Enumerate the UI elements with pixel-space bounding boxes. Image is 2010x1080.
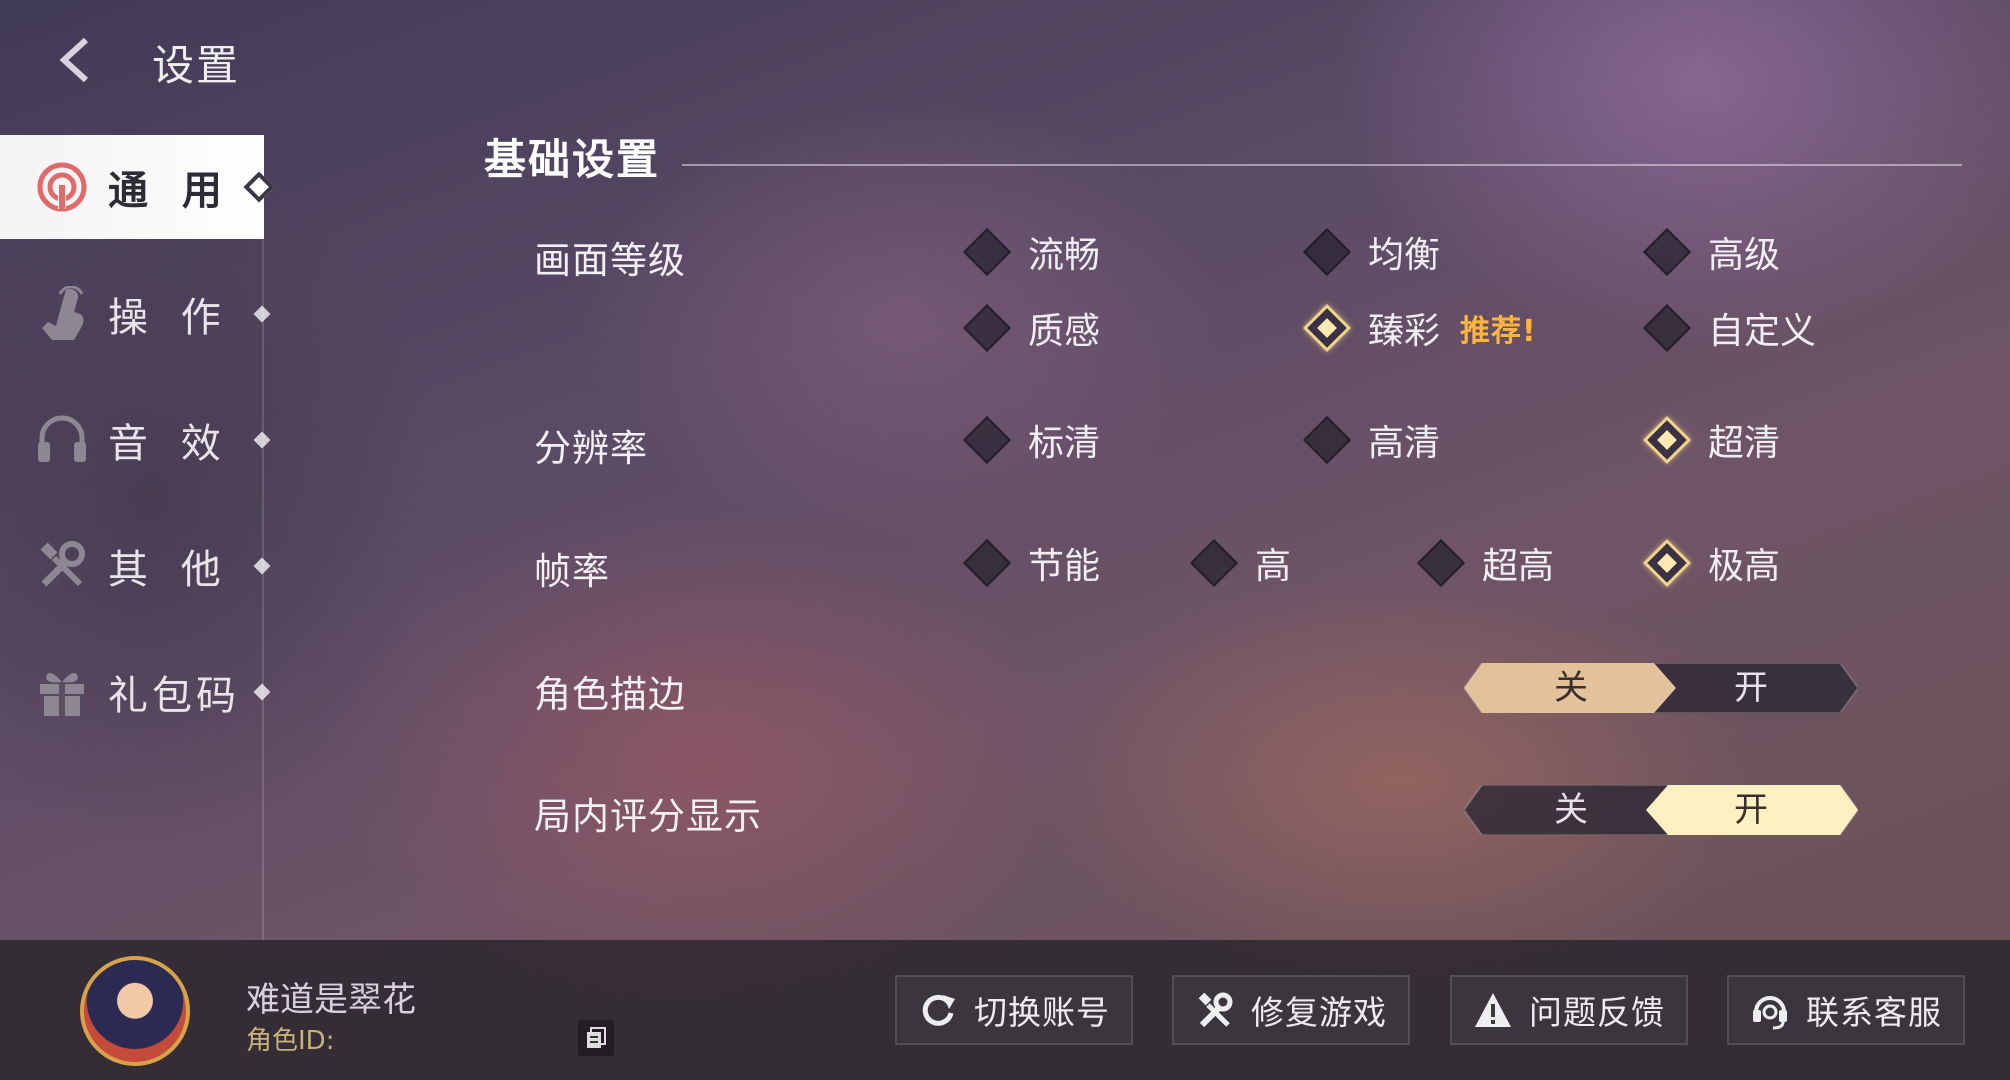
switch-account-button[interactable]: 切换账号 [895,975,1133,1045]
sidebar-item-label: 音 效 [108,421,231,467]
sidebar-item-general[interactable]: 通 用 [0,135,275,239]
page-title: 设置 [152,41,241,90]
radio-diamond-icon [962,415,1012,465]
copy-button[interactable] [578,1020,614,1056]
warning-icon [1473,990,1513,1030]
back-button[interactable] [44,30,104,90]
radio-diamond-selected-icon [1642,415,1692,465]
radio-diamond-icon [962,303,1012,353]
framerate-label: 帧率 [534,550,610,593]
radio-diamond-icon [1642,227,1692,277]
refresh-icon [918,990,958,1030]
quality-option-balanced[interactable]: 均衡 [1302,222,1441,282]
score-label: 局内评分显示 [534,795,762,838]
general-icon [34,159,90,215]
framerate-option-eco[interactable]: 节能 [962,533,1101,593]
option-label: 极高 [1708,546,1781,587]
option-label: 均衡 [1368,235,1441,276]
radio-diamond-icon [1302,415,1352,465]
sidebar-marker-icon [253,557,271,575]
wrench-icon [1195,990,1235,1030]
radio-diamond-icon [962,227,1012,277]
recommend-badge: 推荐! [1460,314,1537,349]
quality-option-smooth[interactable]: 流畅 [962,222,1101,282]
resolution-option-fhd[interactable]: 超清 [1642,410,1781,470]
radio-diamond-selected-icon [1642,538,1692,588]
option-label: 流畅 [1028,235,1101,276]
gift-icon [34,664,90,720]
option-label: 质感 [1028,311,1101,352]
toggle-off-label[interactable]: 关 [1506,785,1636,835]
role-id-label: 角色ID: [246,1026,335,1056]
radio-diamond-icon [1302,227,1352,277]
option-label: 超清 [1708,423,1781,464]
toggle-off-label[interactable]: 关 [1506,663,1636,713]
framerate-option-super[interactable]: 超高 [1416,533,1555,593]
feedback-button[interactable]: 问题反馈 [1450,975,1688,1045]
headset-icon [1750,990,1790,1030]
sidebar-item-giftcode[interactable]: 礼包码 [0,640,271,744]
button-label: 切换账号 [974,993,1110,1032]
resolution-option-hd[interactable]: 高清 [1302,410,1441,470]
sidebar-item-controls[interactable]: 操 作 [0,262,271,366]
repair-game-button[interactable]: 修复游戏 [1172,975,1410,1045]
tools-icon [34,538,90,594]
player-name: 难道是翠花 [246,980,416,1020]
radio-diamond-selected-icon [1302,303,1352,353]
sidebar-marker-icon [253,431,271,449]
avatar[interactable] [80,956,190,1066]
button-label: 修复游戏 [1251,993,1387,1032]
active-marker-icon [243,171,275,203]
radio-diamond-icon [1416,538,1466,588]
quality-option-ultra[interactable]: 臻彩 推荐! [1302,298,1537,358]
radio-diamond-icon [1189,538,1239,588]
sidebar-item-label: 操 作 [108,295,231,341]
framerate-option-extreme[interactable]: 极高 [1642,533,1781,593]
option-label: 高 [1255,546,1292,587]
score-toggle[interactable]: 关 开 [1464,785,1858,835]
button-label: 问题反馈 [1529,993,1665,1032]
button-label: 联系客服 [1806,993,1942,1032]
option-label: 臻彩 [1368,311,1441,352]
option-label: 超高 [1482,546,1555,587]
outline-label: 角色描边 [534,673,686,716]
quality-label: 画面等级 [534,239,686,282]
option-label: 自定义 [1708,311,1817,352]
sidebar-item-label: 礼包码 [108,673,240,719]
sidebar-item-label: 通 用 [108,168,232,214]
radio-diamond-icon [1642,303,1692,353]
sidebar-item-audio[interactable]: 音 效 [0,388,271,492]
copy-icon [587,1027,606,1048]
radio-diamond-icon [962,538,1012,588]
sidebar-marker-icon [253,305,271,323]
quality-option-high[interactable]: 高级 [1642,222,1781,282]
quality-option-texture[interactable]: 质感 [962,298,1101,358]
section-title: 基础设置 [484,135,661,184]
outline-toggle[interactable]: 关 开 [1464,663,1858,713]
toggle-on-label[interactable]: 开 [1686,785,1816,835]
toggle-on-label[interactable]: 开 [1686,663,1816,713]
tap-hand-icon [34,286,90,342]
section-divider [682,164,1962,166]
sidebar-item-label: 其 他 [108,547,231,593]
option-label: 高清 [1368,423,1441,464]
resolution-label: 分辨率 [534,427,648,470]
option-label: 节能 [1028,546,1101,587]
option-label: 高级 [1708,235,1781,276]
sidebar-item-other[interactable]: 其 他 [0,514,271,618]
quality-option-custom[interactable]: 自定义 [1642,298,1817,358]
headphones-icon [34,412,90,468]
sidebar-marker-icon [253,683,271,701]
resolution-option-sd[interactable]: 标清 [962,410,1101,470]
option-label: 标清 [1028,423,1101,464]
chevron-left-icon [59,37,89,83]
contact-support-button[interactable]: 联系客服 [1727,975,1965,1045]
framerate-option-high[interactable]: 高 [1189,533,1292,593]
